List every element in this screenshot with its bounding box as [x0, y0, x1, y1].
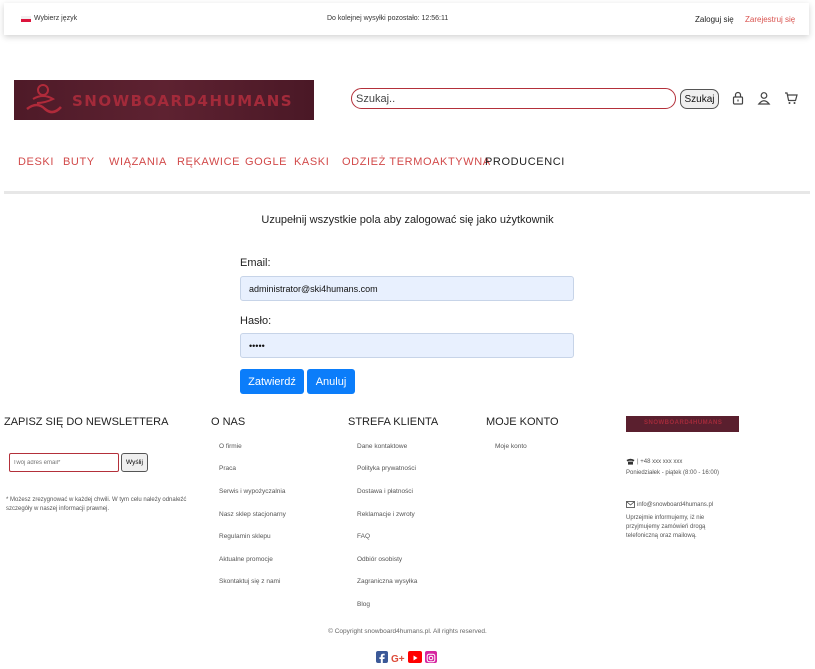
- footer-link-faq[interactable]: FAQ: [357, 533, 370, 540]
- instagram-icon[interactable]: [425, 651, 437, 663]
- password-label: Hasło:: [240, 315, 272, 327]
- phone-icon: [626, 458, 635, 465]
- snowboarder-logo-icon: [26, 84, 62, 114]
- footer-link-regulamin[interactable]: Regulamin sklepu: [219, 533, 271, 540]
- google-plus-icon[interactable]: G+: [391, 651, 407, 665]
- top-bar: Wybierz język Do kolejnej wysyłki pozost…: [4, 3, 809, 35]
- client-zone-title: STREFA KLIENTA: [348, 416, 439, 428]
- nav-item-kaski[interactable]: KASKI: [294, 156, 329, 168]
- footer-link-moje-konto[interactable]: Moje konto: [495, 443, 527, 450]
- footer-link-serwis[interactable]: Serwis i wypożyczalnia: [219, 488, 285, 495]
- svg-text:G+: G+: [391, 654, 405, 664]
- lock-icon[interactable]: [731, 91, 745, 105]
- language-selector[interactable]: Wybierz język: [34, 15, 77, 22]
- footer-link-praca[interactable]: Praca: [219, 465, 236, 472]
- submit-button[interactable]: Zatwierdź: [240, 369, 304, 394]
- nav-item-buty[interactable]: BUTY: [63, 156, 95, 168]
- search-input[interactable]: [351, 88, 676, 109]
- newsletter-email-input[interactable]: [9, 453, 119, 472]
- footer-link-promocje[interactable]: Aktualne promocje: [219, 556, 273, 563]
- footer-logo-text: SNOWBOARD4HUMANS: [644, 420, 723, 426]
- register-link[interactable]: Zarejestruj się: [745, 15, 795, 24]
- cart-icon[interactable]: [784, 91, 798, 105]
- nav-item-rekawice[interactable]: RĘKAWICE: [177, 156, 240, 168]
- cancel-button[interactable]: Anuluj: [307, 369, 355, 394]
- footer-link-wysylka[interactable]: Zagraniczna wysyłka: [357, 578, 417, 585]
- facebook-icon[interactable]: [376, 651, 388, 664]
- nav-item-odziez-termoaktywna[interactable]: ODZIEŻ TERMOAKTYWNA: [342, 156, 491, 168]
- contact-email[interactable]: info@snowboard4humans.pl: [637, 501, 713, 510]
- footer-link-dane-kontaktowe[interactable]: Dane kontaktowe: [357, 443, 407, 450]
- contact-hours: Poniedziałek - piątek (8:00 - 16:00): [626, 470, 720, 476]
- mail-icon: [626, 501, 635, 508]
- nav-item-deski[interactable]: DESKI: [18, 156, 54, 168]
- login-intro-text: Uzupełnij wszystkie pola aby zalogować s…: [261, 214, 554, 226]
- footer-link-o-firmie[interactable]: O firmie: [219, 443, 242, 450]
- about-title: O NAS: [211, 416, 246, 428]
- search-button[interactable]: Szukaj: [680, 89, 719, 109]
- footer-link-sklep-stacjonarny[interactable]: Nasz sklep stacjonarny: [219, 511, 286, 518]
- contact-phone: | +48 xxx xxx xxx: [637, 459, 683, 465]
- password-field[interactable]: [240, 333, 574, 358]
- footer-logo[interactable]: SNOWBOARD4HUMANS: [626, 416, 739, 432]
- footer-link-polityka[interactable]: Polityka prywatności: [357, 465, 416, 472]
- account-title: MOJE KONTO: [486, 416, 559, 428]
- email-field[interactable]: [240, 276, 574, 301]
- nav-divider: [4, 191, 810, 194]
- nav-item-wiazania[interactable]: WIĄZANIA: [109, 156, 167, 168]
- footer-link-odbior[interactable]: Odbiór osobisty: [357, 556, 402, 563]
- youtube-icon[interactable]: [408, 651, 422, 663]
- shipping-countdown: Do kolejnej wysyłki pozostało: 12:56:11: [327, 15, 449, 22]
- logo-text: SNOWBOARD4HUMANS: [72, 92, 294, 110]
- footer-link-reklamacje[interactable]: Reklamacje i zwroty: [357, 511, 415, 518]
- nav-item-gogle[interactable]: GOGLE: [245, 156, 287, 168]
- contact-email-note: Uprzejmie informujemy, iż nie przyjmujem…: [626, 515, 706, 539]
- newsletter-title: ZAPISZ SIĘ DO NEWSLETTERA: [4, 416, 169, 428]
- site-logo[interactable]: SNOWBOARD4HUMANS: [14, 80, 314, 120]
- copyright: © Copyright snowboard4humans.pl. All rig…: [328, 628, 487, 635]
- newsletter-note: * Możesz zrezygnować w każdej chwili. W …: [6, 497, 187, 512]
- footer-link-kontakt[interactable]: Skontaktuj się z nami: [219, 578, 280, 585]
- footer-link-dostawa[interactable]: Dostawa i płatności: [357, 488, 413, 495]
- login-link[interactable]: Zaloguj się: [695, 15, 734, 24]
- user-icon[interactable]: [757, 91, 771, 105]
- poland-flag-icon[interactable]: [21, 16, 31, 22]
- email-label: Email:: [240, 257, 271, 269]
- newsletter-send-button[interactable]: Wyślij: [121, 453, 148, 472]
- nav-item-producenci[interactable]: PRODUCENCI: [485, 156, 565, 168]
- footer-link-blog[interactable]: Blog: [357, 601, 370, 608]
